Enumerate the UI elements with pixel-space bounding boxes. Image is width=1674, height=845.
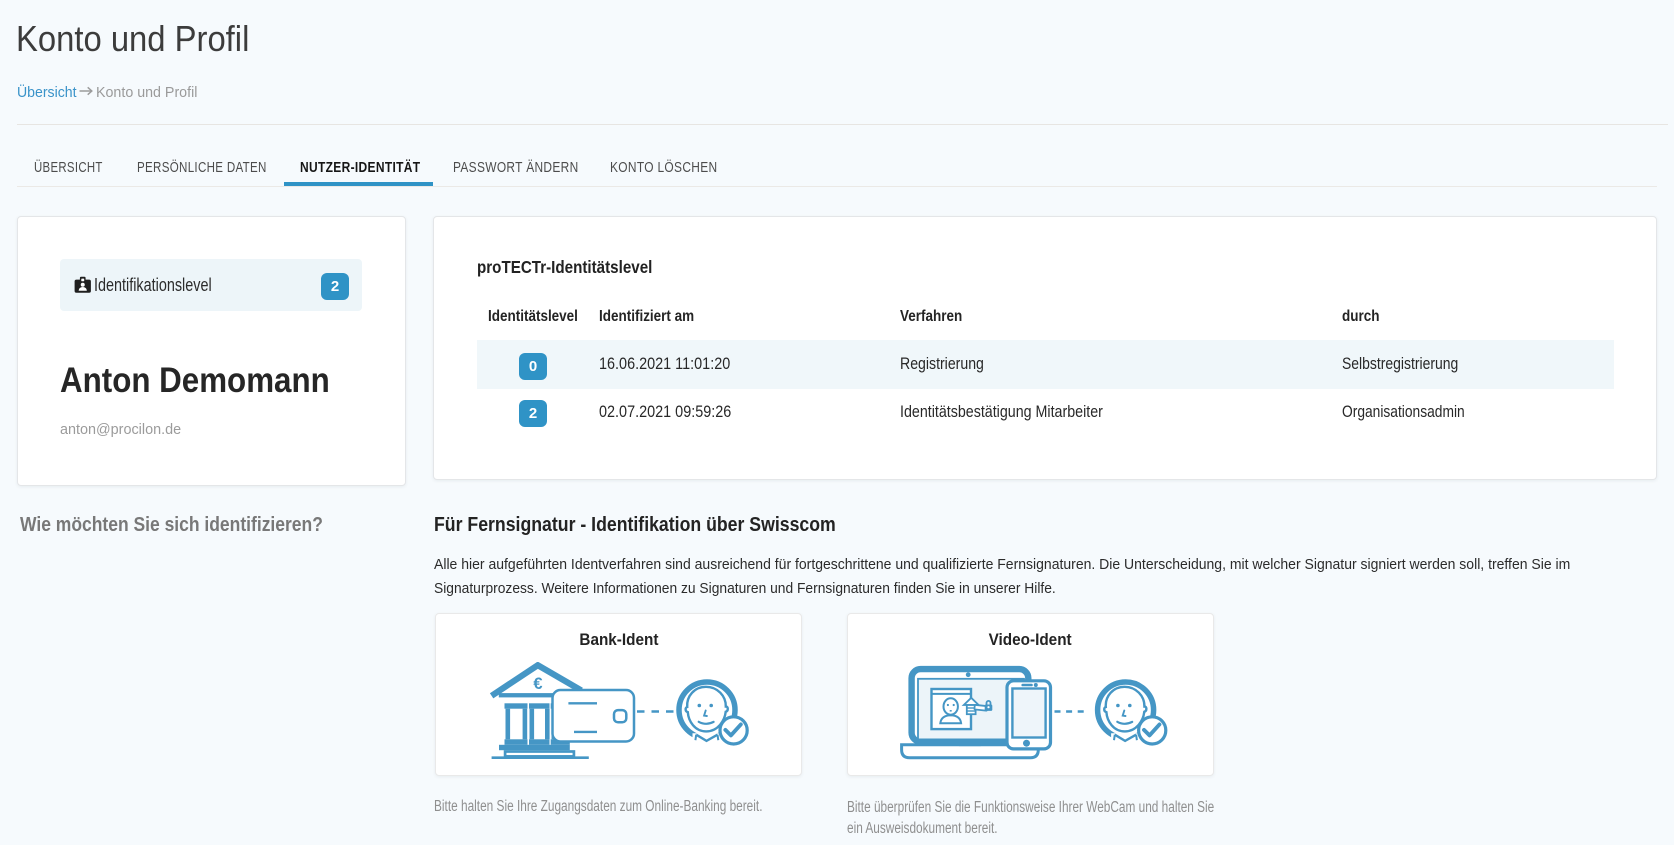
svg-text:€: € bbox=[533, 675, 542, 693]
